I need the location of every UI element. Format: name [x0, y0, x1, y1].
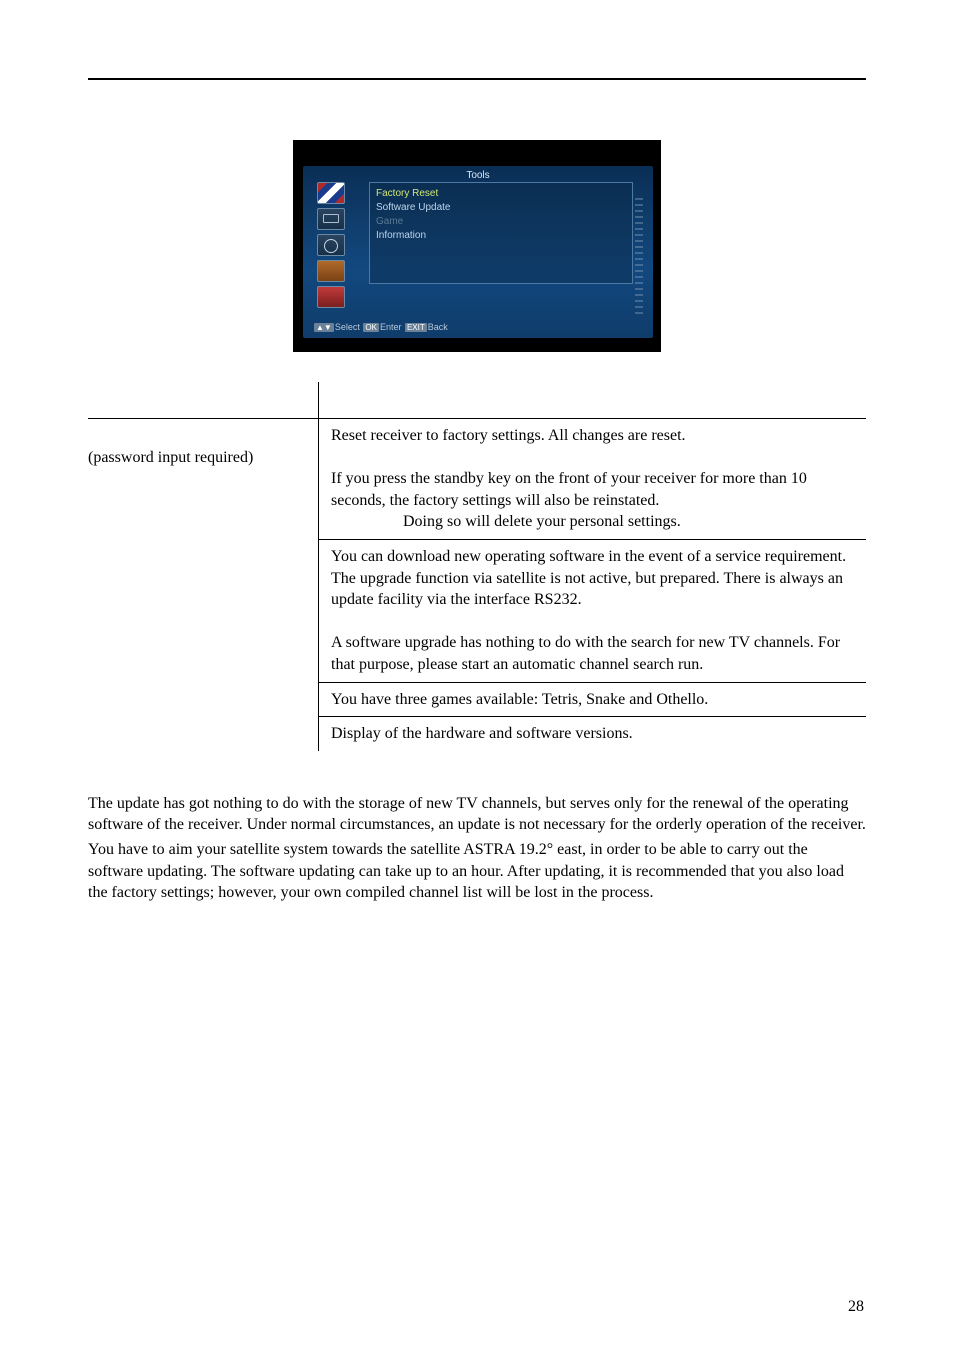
clock-icon: [317, 286, 345, 308]
page-number: 28: [848, 1298, 864, 1316]
screenshot-title: Tools: [303, 170, 653, 181]
screenshot-menu: Factory Reset Software Update Game Infor…: [369, 182, 633, 284]
factory-reset-desc-1: Reset receiver to factory settings. All …: [331, 425, 860, 447]
screenshot-container: Tools Factory Reset Software Update Game…: [88, 140, 866, 352]
information-desc: Display of the hardware and software ver…: [318, 717, 866, 751]
menu-item-game: Game: [376, 215, 626, 229]
factory-reset-desc-2: If you press the standby key on the fron…: [331, 468, 860, 511]
header-rule: [88, 78, 866, 80]
screenshot-hint: ▲▼Select OKEnter EXITBack: [313, 322, 448, 332]
body-p2: You have to aim your satellite system to…: [88, 839, 866, 904]
tv-screenshot: Tools Factory Reset Software Update Game…: [293, 140, 661, 352]
games-desc: You have three games available: Tetris, …: [318, 683, 866, 717]
dish-icon: [317, 234, 345, 256]
feature-table: (password input required) Reset receiver…: [88, 418, 866, 751]
menu-item-factory-reset: Factory Reset: [376, 187, 626, 201]
factory-reset-note: Doing so will delete your personal setti…: [331, 511, 860, 533]
body-p1: The update has got nothing to do with th…: [88, 793, 866, 836]
left-cell-password-note: (password input required): [88, 419, 318, 539]
body-paragraphs: The update has got nothing to do with th…: [88, 793, 866, 904]
toolbox-icon: [317, 260, 345, 282]
flag-uk-icon: [317, 182, 345, 204]
screenshot-sidebar: [317, 182, 351, 308]
software-update-desc-1: You can download new operating software …: [331, 546, 860, 611]
software-update-desc-2: A software upgrade has nothing to do wit…: [331, 632, 860, 675]
menu-item-software-update: Software Update: [376, 201, 626, 215]
vertical-stub: [318, 382, 418, 418]
tv-icon: [317, 208, 345, 230]
rack-graphic: [635, 194, 643, 314]
menu-item-information: Information: [376, 229, 626, 243]
